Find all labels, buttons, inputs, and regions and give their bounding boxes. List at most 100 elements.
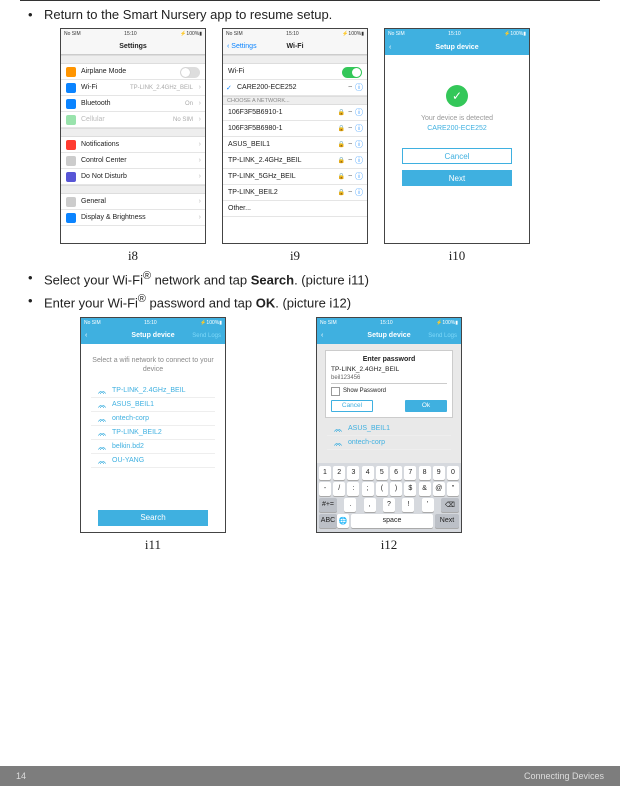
- keyboard-key[interactable]: 0: [447, 466, 459, 480]
- wifi-signal-icon: ⌔: [347, 84, 353, 92]
- keyboard-space[interactable]: space: [351, 514, 433, 528]
- row-display[interactable]: Display & Brightness›: [61, 210, 205, 226]
- keyboard-key[interactable]: &: [419, 482, 431, 496]
- row-bluetooth[interactable]: BluetoothOn›: [61, 96, 205, 112]
- wifi-option[interactable]: TP-LINK_BEIL2: [91, 426, 215, 440]
- dialog-cancel-button[interactable]: Cancel: [331, 400, 373, 412]
- wifi-signal-icon: ⌔: [347, 189, 353, 197]
- keyboard-key[interactable]: ": [447, 482, 459, 496]
- info-icon[interactable]: ⓘ: [355, 123, 363, 134]
- keyboard-key[interactable]: :: [347, 482, 359, 496]
- dialog-title: Enter password: [331, 356, 447, 363]
- keyboard-key[interactable]: ;: [362, 482, 374, 496]
- keyboard-key[interactable]: 6: [390, 466, 402, 480]
- caption-i10: i10: [449, 248, 466, 264]
- info-icon[interactable]: ⓘ: [355, 107, 363, 118]
- nav-setup: ‹Setup deviceSend Logs: [81, 328, 225, 344]
- keyboard-key[interactable]: ?: [383, 498, 395, 512]
- keyboard-key[interactable]: $: [404, 482, 416, 496]
- info-icon[interactable]: ⓘ: [355, 171, 363, 182]
- wifi-option[interactable]: ASUS_BEIL1: [91, 398, 215, 412]
- keyboard-backspace-icon[interactable]: ⌫: [441, 498, 459, 512]
- page-footer: 14 Connecting Devices: [0, 766, 620, 786]
- network-row[interactable]: TP-LINK_2.4GHz_BEIL🔒⌔ⓘ: [223, 153, 367, 169]
- show-password-checkbox[interactable]: Show Password: [331, 387, 447, 396]
- keyboard-key[interactable]: !: [402, 498, 414, 512]
- bluetooth-icon: [66, 99, 76, 109]
- search-button[interactable]: Search: [98, 510, 208, 526]
- keyboard-key[interactable]: @: [433, 482, 445, 496]
- control-center-icon: [66, 156, 76, 166]
- keyboard-key[interactable]: ,: [364, 498, 376, 512]
- network-other[interactable]: Other...: [223, 201, 367, 217]
- info-icon[interactable]: ⓘ: [355, 82, 363, 93]
- keyboard-key[interactable]: 1: [319, 466, 331, 480]
- info-icon[interactable]: ⓘ: [355, 187, 363, 198]
- send-logs-button[interactable]: Send Logs: [428, 333, 457, 339]
- keyboard-key[interactable]: /: [333, 482, 345, 496]
- keyboard-key[interactable]: 2: [333, 466, 345, 480]
- row-cellular[interactable]: CellularNo SIM›: [61, 112, 205, 128]
- keyboard-key[interactable]: 4: [362, 466, 374, 480]
- network-row[interactable]: TP-LINK_5GHz_BEIL🔒⌔ⓘ: [223, 169, 367, 185]
- wifi-option[interactable]: belkin.bd2: [91, 440, 215, 454]
- network-row[interactable]: 106F3F5B6910-1🔒⌔ⓘ: [223, 105, 367, 121]
- wifi-option[interactable]: ontech-corp: [327, 436, 451, 450]
- wifi-option[interactable]: ASUS_BEIL1: [327, 422, 451, 436]
- row-airplane[interactable]: Airplane Mode: [61, 64, 205, 80]
- keyboard-key[interactable]: 5: [376, 466, 388, 480]
- keyboard-key[interactable]: ): [390, 482, 402, 496]
- status-bar: No SIM15:10⚡100%▮: [223, 29, 367, 39]
- back-button[interactable]: ‹: [85, 332, 87, 339]
- toggle-on[interactable]: [342, 67, 362, 78]
- row-notifications[interactable]: Notifications›: [61, 137, 205, 153]
- row-control-center[interactable]: Control Center›: [61, 153, 205, 169]
- wifi-option[interactable]: TP-LINK_2.4GHz_BEIL: [91, 384, 215, 398]
- network-row[interactable]: 106F3F5B6980-1🔒⌔ⓘ: [223, 121, 367, 137]
- keyboard-key[interactable]: 8: [419, 466, 431, 480]
- row-wifi-toggle[interactable]: Wi-Fi: [223, 64, 367, 80]
- screenshot-i10: No SIM15:10⚡100%▮ ‹Setup device ✓ Your d…: [384, 28, 530, 264]
- keyboard-abc[interactable]: ABC: [319, 514, 337, 528]
- lock-icon: 🔒: [338, 141, 345, 148]
- lock-icon: 🔒: [338, 173, 345, 180]
- next-button[interactable]: Next: [402, 170, 512, 186]
- dialog-ok-button[interactable]: Ok: [405, 400, 447, 412]
- wifi-option[interactable]: OU-YANG: [91, 454, 215, 468]
- keyboard-globe-icon[interactable]: 🌐: [337, 514, 349, 528]
- caption-i11: i11: [145, 537, 161, 553]
- back-button[interactable]: ‹: [321, 332, 323, 339]
- network-row[interactable]: TP-LINK_BEIL2🔒⌔ⓘ: [223, 185, 367, 201]
- keyboard-key[interactable]: .: [344, 498, 356, 512]
- cellular-icon: [66, 115, 76, 125]
- screenshot-i12: No SIM15:10⚡100%▮ ‹Setup deviceSend Logs…: [316, 317, 462, 553]
- row-dnd[interactable]: Do Not Disturb›: [61, 169, 205, 185]
- keyboard-next[interactable]: Next: [435, 514, 459, 528]
- wifi-signal-icon: ⌔: [347, 157, 353, 165]
- wifi-option[interactable]: ontech-corp: [91, 412, 215, 426]
- info-icon[interactable]: ⓘ: [355, 139, 363, 150]
- password-input[interactable]: beil123456: [331, 375, 447, 384]
- caption-i9: i9: [290, 248, 300, 264]
- cancel-button[interactable]: Cancel: [402, 148, 512, 164]
- keyboard-key[interactable]: 7: [404, 466, 416, 480]
- info-icon[interactable]: ⓘ: [355, 155, 363, 166]
- row-wifi[interactable]: Wi-FiTP-LINK_2.4GHz_BEIL›: [61, 80, 205, 96]
- keyboard-symbols[interactable]: #+=: [319, 498, 337, 512]
- bullet-1: • Return to the Smart Nursery app to res…: [28, 7, 600, 22]
- back-button[interactable]: ‹ Settings: [227, 43, 257, 50]
- general-icon: [66, 197, 76, 207]
- keyboard-key[interactable]: ': [422, 498, 434, 512]
- row-general[interactable]: General›: [61, 194, 205, 210]
- back-button[interactable]: ‹: [389, 44, 391, 51]
- row-connected[interactable]: ✓CARE200-ECE252⌔ⓘ: [223, 80, 367, 96]
- keyboard-key[interactable]: (: [376, 482, 388, 496]
- keyboard-key[interactable]: 9: [433, 466, 445, 480]
- lock-icon: 🔒: [338, 157, 345, 164]
- keyboard-key[interactable]: 3: [347, 466, 359, 480]
- send-logs-button[interactable]: Send Logs: [192, 333, 221, 339]
- keyboard-key[interactable]: -: [319, 482, 331, 496]
- toggle-off[interactable]: [180, 67, 200, 78]
- caption-i8: i8: [128, 248, 138, 264]
- network-row[interactable]: ASUS_BEIL1🔒⌔ⓘ: [223, 137, 367, 153]
